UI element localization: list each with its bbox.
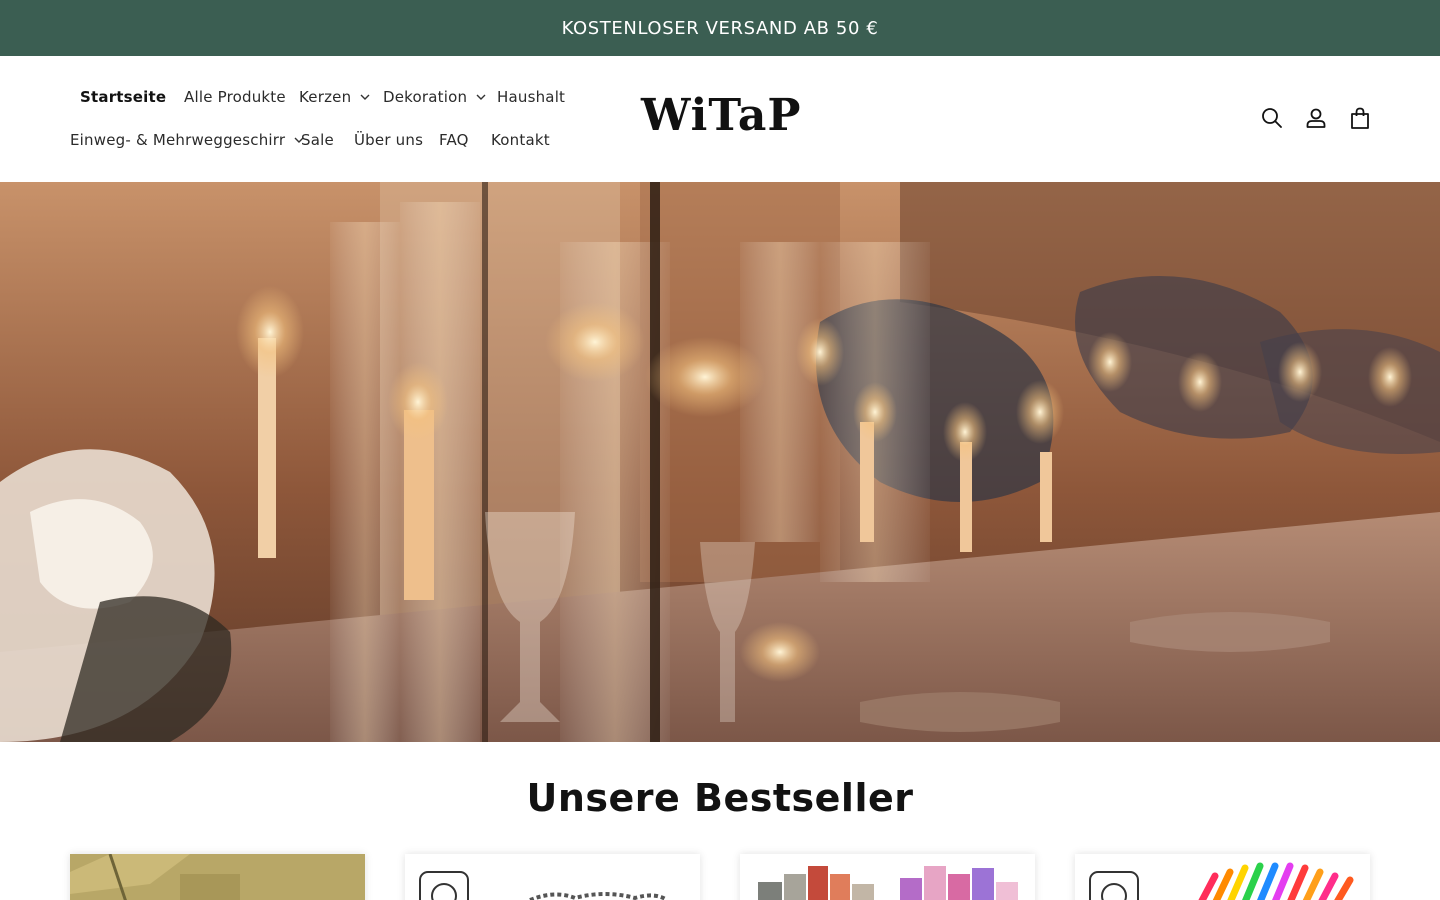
product-card[interactable] <box>1075 854 1370 900</box>
nav-label: Dekoration <box>383 88 468 106</box>
nav-label: Startseite <box>80 88 167 106</box>
product-image <box>1075 854 1370 900</box>
chevron-down-icon <box>476 94 486 100</box>
nav-sale[interactable]: Sale <box>301 131 334 149</box>
chevron-down-icon <box>360 94 370 100</box>
nav-label: Kerzen <box>299 88 352 106</box>
product-card[interactable] <box>405 854 700 900</box>
account-icon[interactable] <box>1304 106 1328 130</box>
announcement-bar: KOSTENLOSER VERSAND AB 50 € <box>0 0 1440 56</box>
search-icon[interactable] <box>1260 106 1284 130</box>
nav-label: Alle Produkte <box>184 88 286 106</box>
site-header: Startseite Alle Produkte Kerzen Dekorati… <box>0 56 1440 182</box>
nav-label: FAQ <box>439 131 469 149</box>
announcement-text: KOSTENLOSER VERSAND AB 50 € <box>561 17 879 39</box>
nav-ueber-uns[interactable]: Über uns <box>354 131 423 149</box>
nav-startseite[interactable]: Startseite <box>80 88 166 106</box>
nav-kerzen[interactable]: Kerzen <box>299 88 370 106</box>
nav-alle-produkte[interactable]: Alle Produkte <box>184 88 286 106</box>
cart-icon[interactable] <box>1348 106 1372 130</box>
nav-kontakt[interactable]: Kontakt <box>491 131 550 149</box>
product-image <box>405 854 700 900</box>
nav-einweg-mehrweggeschirr[interactable]: Einweg- & Mehrweggeschirr <box>70 131 304 149</box>
nav-label: Über uns <box>354 131 424 149</box>
nav-dekoration[interactable]: Dekoration <box>383 88 486 106</box>
nav-label: Sale <box>301 131 334 149</box>
nav-label: Einweg- & Mehrweggeschirr <box>70 131 286 149</box>
nav-faq[interactable]: FAQ <box>439 131 469 149</box>
product-image <box>740 854 1035 900</box>
product-card[interactable] <box>70 854 365 900</box>
nav-haushalt[interactable]: Haushalt <box>497 88 565 106</box>
product-card[interactable] <box>740 854 1035 900</box>
nav-label: Kontakt <box>491 131 550 149</box>
product-image <box>70 854 365 900</box>
bestsellers-title: Unsere Bestseller <box>526 776 914 820</box>
site-logo[interactable]: WiTaP <box>641 92 801 140</box>
nav-label: Haushalt <box>497 88 566 106</box>
hero-banner <box>0 182 1440 742</box>
candlelit-table-image <box>0 182 1440 742</box>
